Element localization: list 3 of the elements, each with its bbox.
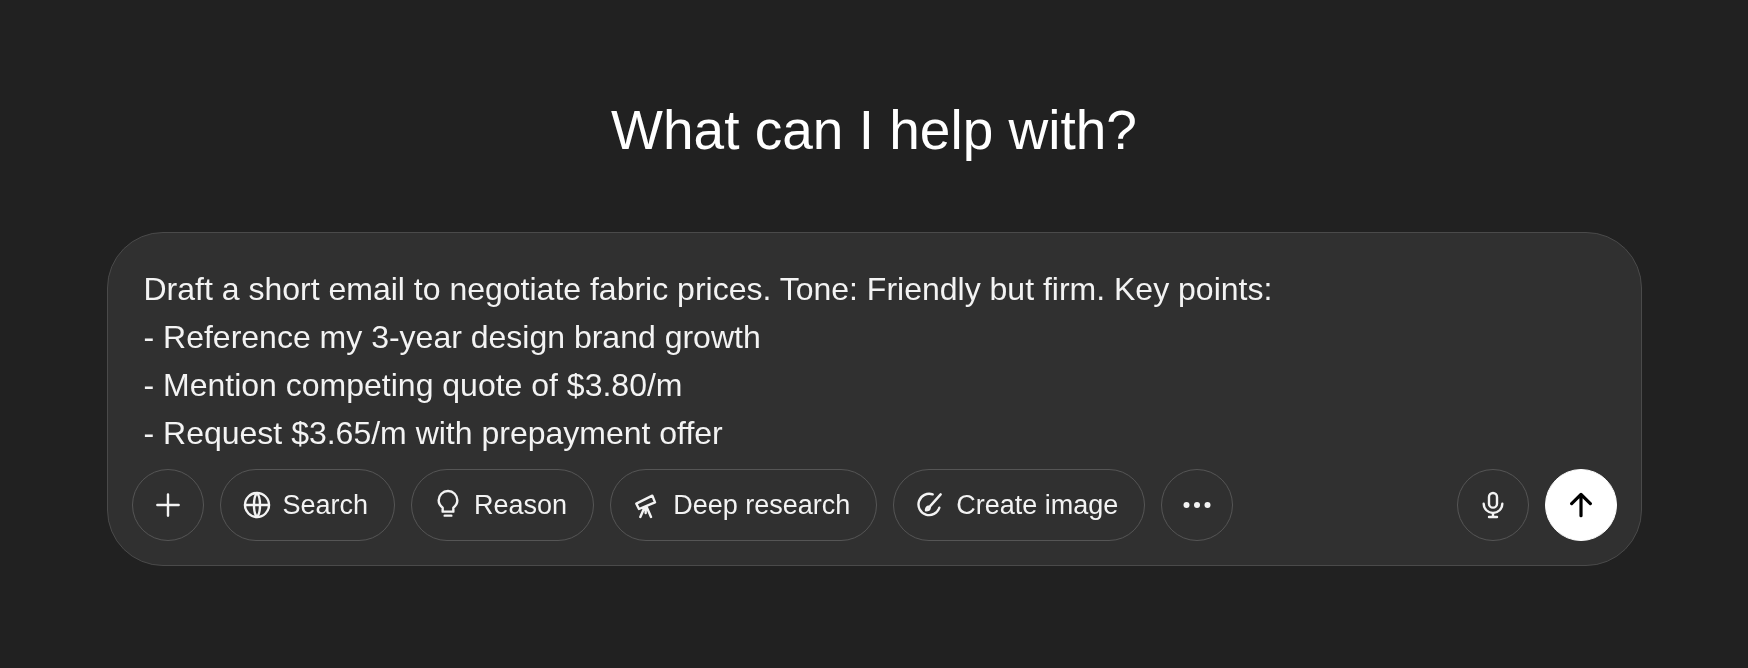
more-icon xyxy=(1183,502,1212,508)
page-heading: What can I help with? xyxy=(611,98,1137,162)
prompt-input[interactable]: Draft a short email to negotiate fabric prices. Tone: Friendly but firm. Key points: - Reference my 3-year design brand growth - Mention competing quote of $3.80/m - Request $3.65/m with prepayment offer xyxy=(143,265,1605,457)
